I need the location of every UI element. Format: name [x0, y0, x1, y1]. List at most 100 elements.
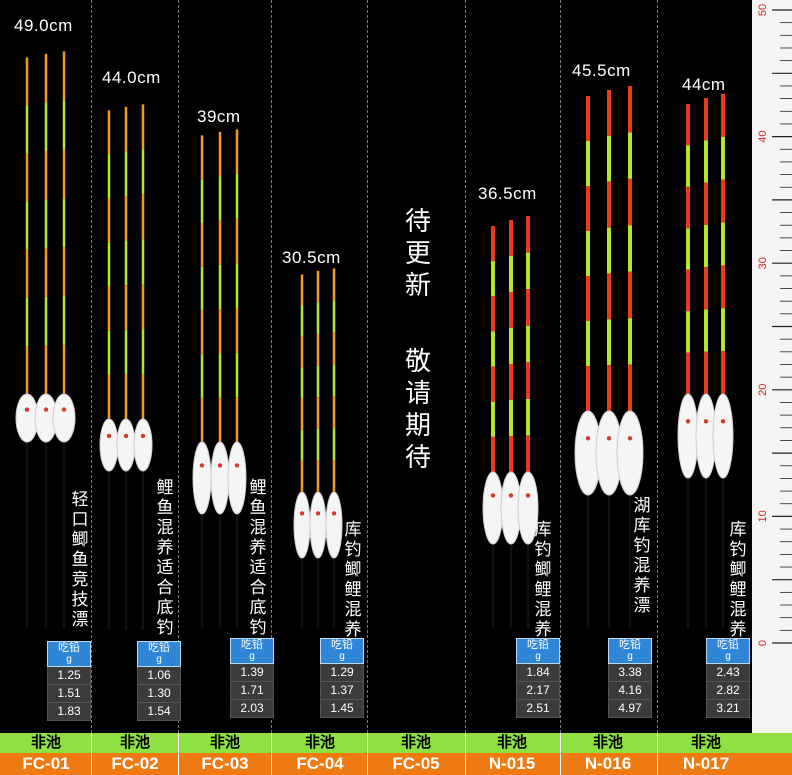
weight-cell: 1.71 — [230, 682, 274, 700]
column-divider — [367, 0, 368, 733]
float-logo — [720, 419, 726, 424]
bottom-separator — [465, 733, 466, 775]
ruler-mark-label: 40 — [757, 130, 769, 142]
weight-cell: 2.51 — [516, 700, 560, 718]
bottom-separator — [367, 733, 368, 775]
measuring-ruler: 50 40 30 20 10 0 — [752, 0, 792, 733]
weight-cell: 3.38 — [608, 664, 652, 682]
table-header: 吃铅 g — [230, 638, 274, 664]
float-body — [192, 441, 212, 515]
lead-weight-table-fc03: 吃铅 g 1.39 1.71 2.03 — [230, 638, 274, 718]
weight-cell: 4.97 — [608, 700, 652, 718]
float-logo — [331, 511, 337, 516]
float-body — [616, 410, 644, 496]
lead-weight-table-n017: 吃铅 g 2.43 2.82 3.21 — [706, 638, 750, 718]
ruler-mark-label: 0 — [757, 640, 769, 646]
length-label-fc02: 44.0cm — [102, 68, 161, 87]
column-divider — [178, 0, 179, 733]
length-label-fc04: 30.5cm — [282, 248, 341, 267]
model-label-n015: N-015 — [488, 754, 536, 773]
weight-cell: 1.29 — [320, 664, 364, 682]
model-label-fc01: FC-01 — [22, 754, 70, 773]
length-label-n017: 44cm — [682, 75, 726, 94]
pond-label-fc03: 非池 — [209, 734, 240, 751]
float-logo — [508, 493, 514, 498]
weight-cell: 1.37 — [320, 682, 364, 700]
ruler-mark-label: 20 — [757, 384, 769, 396]
ruler-mark-label: 30 — [757, 257, 769, 269]
weight-cell: 1.06 — [137, 667, 181, 685]
weight-cell: 2.43 — [706, 664, 750, 682]
column-divider — [465, 0, 466, 733]
weight-cell: 2.03 — [230, 700, 274, 718]
weight-cell: 2.82 — [706, 682, 750, 700]
coming-soon-text: 待更新 — [404, 206, 431, 300]
model-label-fc04: FC-04 — [296, 754, 344, 773]
column-divider — [560, 0, 561, 733]
bottom-separator — [560, 733, 561, 775]
pond-label-n015: 非池 — [496, 734, 527, 751]
model-label-fc03: FC-03 — [201, 754, 249, 773]
desc-label-fc03: 鲤鱼混养适合底钓 — [249, 478, 267, 637]
float-logo — [43, 407, 49, 412]
float-logo — [106, 433, 112, 439]
model-label-n016: N-016 — [584, 754, 632, 773]
model-label-fc02: FC-02 — [111, 754, 159, 773]
float-logo — [299, 511, 305, 516]
pond-label-fc01: 非池 — [30, 734, 61, 751]
table-header: 吃铅 g — [706, 638, 750, 664]
float-logo — [199, 463, 205, 468]
length-label-fc01: 49.0cm — [14, 16, 73, 35]
weight-cell: 1.45 — [320, 700, 364, 718]
float-logo — [140, 433, 146, 439]
table-header: 吃铅 g — [320, 638, 364, 664]
weight-cell: 2.17 — [516, 682, 560, 700]
weight-cell: 1.84 — [516, 664, 560, 682]
pond-label-n017: 非池 — [690, 734, 721, 751]
desc-label-n015: 库钓鲫鲤混养 — [534, 520, 552, 639]
lead-weight-table-fc01: 吃铅 g 1.25 1.51 1.83 — [47, 641, 91, 721]
desc-label-n017: 库钓鲫鲤混养 — [729, 520, 747, 639]
length-label-n016: 45.5cm — [572, 61, 631, 80]
float-logo — [123, 433, 129, 439]
float-logo — [685, 419, 691, 424]
weight-cell: 1.25 — [47, 667, 91, 685]
weight-cell: 1.51 — [47, 685, 91, 703]
float-logo — [525, 493, 531, 498]
bottom-separator — [178, 733, 179, 775]
lead-weight-table-n015: 吃铅 g 1.84 2.17 2.51 — [516, 638, 560, 718]
lead-weight-table-fc02: 吃铅 g 1.06 1.30 1.54 — [137, 641, 181, 721]
pond-label-fc05: 非池 — [400, 734, 431, 751]
float-body — [210, 441, 230, 515]
float-body — [309, 491, 327, 559]
float-logo — [585, 436, 591, 441]
desc-label-fc02: 鲤鱼混养适合底钓 — [156, 478, 174, 637]
ruler-mark-label: 10 — [757, 510, 769, 522]
product-comparison-image: 49.0cm 44.0cm 39cm 30.5cm 36.5cm 45.5cm … — [0, 0, 792, 775]
table-header: 吃铅 g — [47, 641, 91, 667]
column-divider — [271, 0, 272, 733]
stay-tuned-text: 敬请期待 — [404, 346, 431, 472]
float-body — [227, 441, 247, 515]
table-header: 吃铅 g — [516, 638, 560, 664]
lead-weight-table-n016: 吃铅 g 3.38 4.16 4.97 — [608, 638, 652, 718]
desc-label-fc04: 库钓鲫鲤混养 — [344, 520, 362, 639]
length-label-n015: 36.5cm — [478, 184, 537, 203]
float-logo — [234, 463, 240, 468]
float-logo — [627, 436, 633, 441]
float-body — [712, 393, 734, 479]
ruler-mark-label: 50 — [757, 4, 769, 16]
weight-cell: 1.83 — [47, 703, 91, 721]
float-logo — [703, 419, 709, 424]
float-logo — [490, 493, 496, 498]
float-body — [99, 418, 119, 472]
weight-cell: 1.30 — [137, 685, 181, 703]
length-label-fc03: 39cm — [197, 107, 241, 126]
bottom-separator — [271, 733, 272, 775]
table-header: 吃铅 g — [608, 638, 652, 664]
float-logo — [315, 511, 321, 516]
float-body — [133, 418, 153, 472]
pond-label-n016: 非池 — [592, 734, 623, 751]
table-header: 吃铅 g — [137, 641, 181, 667]
float-logo — [61, 407, 67, 412]
